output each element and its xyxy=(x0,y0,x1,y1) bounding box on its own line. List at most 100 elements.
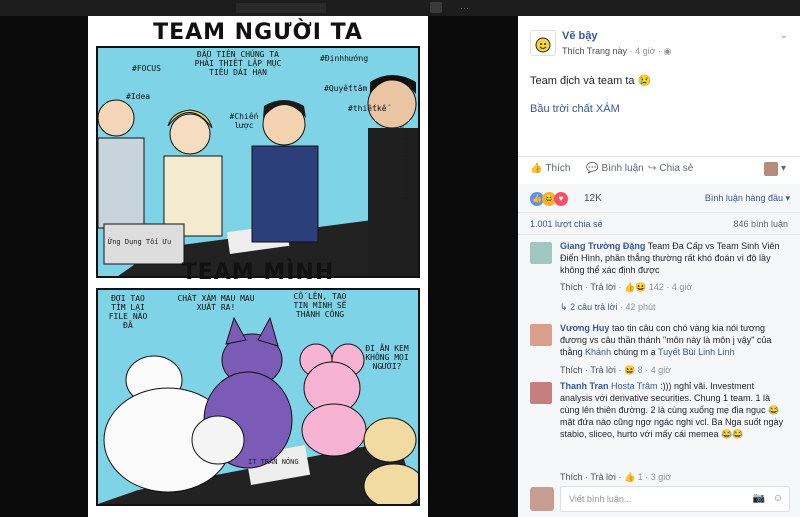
bubble-top-quyet-tam: #Quyếttâm xyxy=(324,84,368,93)
tagged-user[interactable]: Khánh xyxy=(585,347,611,357)
comment-label: Bình luận xyxy=(601,163,644,174)
comment-react-count[interactable]: 8 xyxy=(638,365,643,375)
share-label: Chia sẻ xyxy=(659,163,694,174)
comic-title-bottom: TEAM MÌNH xyxy=(181,260,335,285)
comment-body: Giang Trường Đặng Team Đa Cấp vs Team Si… xyxy=(560,240,788,276)
thumbs-up-icon: 👍 xyxy=(530,163,543,174)
love-react-icon: ♥ xyxy=(554,192,568,206)
watermark-side: fb/bautroichatxam xyxy=(398,126,406,198)
comment-time[interactable]: 4 giờ xyxy=(672,282,692,292)
comment-author[interactable]: Giang Trường Đặng xyxy=(560,241,645,251)
comment-footer: Thích · Trả lời · 👍 1 · 3 giờ xyxy=(560,472,672,482)
comment-footer: Thích · Trả lời · 👍😆 142 · 4 giờ xyxy=(560,282,693,292)
share-button[interactable]: ↪ Chia sẻ xyxy=(648,163,693,174)
divider-3 xyxy=(518,234,800,235)
globe-icon: ◉ xyxy=(663,46,672,56)
comment-like-link[interactable]: Thích xyxy=(560,282,583,292)
camera-icon[interactable]: 📷 xyxy=(753,493,765,504)
bubble-top-main: ĐẦU TIÊN CHÚNG TA PHẢI THIẾT LẬP MỤC TIÊ… xyxy=(194,50,282,77)
comment-react-count[interactable]: 1 xyxy=(638,472,643,482)
divider-2 xyxy=(518,212,800,213)
replies-count: 2 câu trả lời xyxy=(570,302,618,312)
top-strip-text: ··· xyxy=(460,3,469,13)
avatar[interactable] xyxy=(530,242,552,264)
comment-time[interactable]: 3 giờ xyxy=(651,472,671,482)
comment-author[interactable]: Thanh Tran xyxy=(560,381,609,391)
bubble-bottom-bear: ĐỢI TAO TÌM LẠI FILE NÀO ĐÃ xyxy=(108,294,148,330)
paper-text: IT TRẤN NÓNG xyxy=(248,458,299,466)
like-button[interactable]: 👍 Thích xyxy=(530,163,570,174)
post-header: Vẽ bậy Thích Trang này · 4 giờ · ◉ ⌄ xyxy=(518,16,800,66)
comment-like-link[interactable]: Thích xyxy=(560,365,583,375)
comment-sort-dropdown[interactable]: Bình luận hàng đầu ▾ xyxy=(705,193,790,204)
bubble-top-chien-luoc: #Chiến lược xyxy=(229,112,259,130)
comment-reply-link[interactable]: Trả lời xyxy=(590,472,616,482)
replies-time: 42 phút xyxy=(625,302,656,312)
divider xyxy=(518,156,800,157)
comment-body: Thanh Tran Hosta Trâm :))) nghỉ vãi. Inv… xyxy=(560,380,788,440)
reply-dot: · xyxy=(620,302,623,312)
page-name[interactable]: Vẽ bậy xyxy=(562,30,597,42)
chevron-down-icon[interactable]: ⌄ xyxy=(780,30,788,41)
comment-like-link[interactable]: Thích xyxy=(560,472,583,482)
comic-title-top: TEAM NGƯỜI TA xyxy=(153,20,363,45)
emoji-icon[interactable]: ☺ xyxy=(773,493,783,504)
tagged-user-2[interactable]: Tuyết Bùi Linh Linh xyxy=(658,347,735,357)
avatar[interactable] xyxy=(530,382,552,404)
comment-icon: 💬 xyxy=(586,163,599,174)
laptop-text: Ứng Dụng Tối Ưu xyxy=(108,238,172,246)
page-avatar[interactable] xyxy=(530,30,556,56)
comment-react-icons: 😆 xyxy=(623,365,636,375)
post-tag-link[interactable]: Bầu trời chất XÁM xyxy=(530,103,620,115)
comment-time[interactable]: 4 giờ xyxy=(651,365,671,375)
comment-button[interactable]: 💬 Bình luận xyxy=(586,163,644,174)
notification-icon[interactable] xyxy=(430,2,442,13)
page-logo-icon xyxy=(535,37,551,53)
comment-item: Giang Trường Đặng Team Đa Cấp vs Team Si… xyxy=(530,240,790,310)
comment-placeholder: Viết bình luận... xyxy=(569,494,632,504)
comment-input[interactable]: Viết bình luận... 📷 ☺ xyxy=(560,486,790,512)
post-time[interactable]: 4 giờ xyxy=(635,46,655,56)
bubble-top-idea: #Idea xyxy=(126,92,151,101)
bubble-top-dinh-huong: #Địnhhướng xyxy=(320,54,369,63)
bubble-top-focus: #FOCUS xyxy=(132,64,161,73)
browser-top-strip: ··· xyxy=(0,0,800,16)
tagged-user[interactable]: Hosta Trâm xyxy=(611,381,658,391)
comic-panel-top: ĐẦU TIÊN CHÚNG TA PHẢI THIẾT LẬP MỤC TIÊ… xyxy=(96,46,420,278)
comment-footer: Thích · Trả lời · 😆 8 · 4 giờ xyxy=(560,365,672,375)
comment-text-2: chúng m ạ xyxy=(613,347,656,357)
comment-react-icons: 👍😆 xyxy=(623,282,647,292)
comment-react-count[interactable]: 142 xyxy=(649,282,664,292)
post-panel: Vẽ bậy Thích Trang này · 4 giờ · ◉ ⌄ Tea… xyxy=(518,16,800,517)
post-meta: Thích Trang này · 4 giờ · ◉ xyxy=(562,46,671,57)
avatar[interactable] xyxy=(530,324,552,346)
comment-reply-link[interactable]: Trả lời xyxy=(590,365,616,375)
bubble-bottom-dog: ĐI ĂN KEM KHÔNG MỌI NGƯỜI? xyxy=(365,344,409,371)
share-count[interactable]: 1.001 lượt chia sẻ xyxy=(530,219,602,229)
viewer-dropdown-icon[interactable]: ▾ xyxy=(781,163,786,174)
view-replies[interactable]: ↳ 2 câu trả lời · 42 phút xyxy=(560,302,656,313)
comment-count[interactable]: 846 bình luận xyxy=(733,219,788,229)
post-photo[interactable]: TEAM NGƯỜI TA ĐẦU TIÊN CHÚNG TA PHẢI THI… xyxy=(88,16,428,517)
comment-reply-link[interactable]: Trả lời xyxy=(590,282,616,292)
comment-item: Thanh Tran Hosta Trâm :))) nghỉ vãi. Inv… xyxy=(530,380,790,482)
sort-label: Bình luận hàng đầu xyxy=(704,193,783,203)
reply-arrow-icon: ↳ xyxy=(560,302,568,312)
comment-body: Vương Huy tao tin câu con chó vàng kia n… xyxy=(560,322,788,358)
bubble-bottom-cat: CHẤT XÁM MAU MAU XUẤT RA! xyxy=(177,294,255,312)
comment-author[interactable]: Vương Huy xyxy=(560,323,609,333)
like-page-link[interactable]: Thích Trang này xyxy=(562,46,627,56)
post-actions: 👍 Thích 💬 Bình luận ↪ Chia sẻ ▾ xyxy=(518,158,800,184)
viewer-avatar[interactable] xyxy=(764,162,778,176)
viewer-avatar-composer[interactable] xyxy=(530,487,554,511)
comic-panel-bottom: ĐỢI TAO TÌM LẠI FILE NÀO ĐÃ CHẤT XÁM MAU… xyxy=(96,288,420,506)
top-strip-bar xyxy=(236,3,326,13)
bubble-top-thiet-ke: #thiếtkế xyxy=(348,104,387,113)
like-label: Thích xyxy=(545,163,571,174)
comment-composer: Viết bình luận... 📷 ☺ xyxy=(530,486,790,512)
bubble-bottom-mouse: CỐ LÊN, TAO TIN MÌNH SẼ THÀNH CÔNG xyxy=(293,292,347,319)
reaction-count: 12K xyxy=(584,193,602,204)
share-icon: ↪ xyxy=(648,163,657,174)
comment-react-icons: 👍 xyxy=(623,472,636,482)
post-message: Team địch và team ta 😢 xyxy=(530,75,652,87)
